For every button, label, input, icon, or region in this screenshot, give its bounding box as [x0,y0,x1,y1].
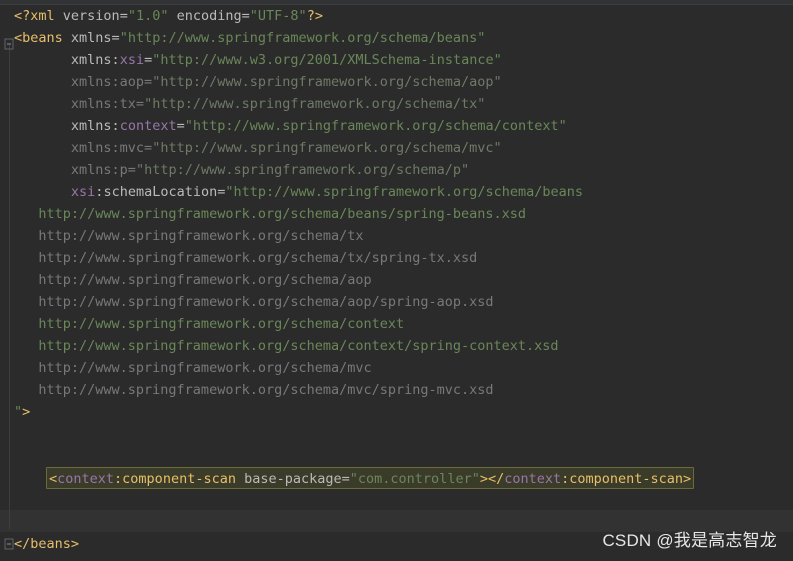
watermark: CSDN @我是高志智龙 [602,531,777,550]
code-token: http://www.springframework.org/schema/mv… [14,360,372,376]
code-token: xmlns:aop= [70,74,153,90]
code-token: "UTF-8" [249,8,307,24]
code-token: http://www.springframework.org/schema/ao… [14,294,494,310]
code-line[interactable]: http://www.springframework.org/schema/tx [14,225,364,247]
code-token: "http://www.springframework.org/schema/t… [144,96,486,112]
code-line[interactable]: xmlns:aop="http://www.springframework.or… [14,71,502,93]
code-line[interactable]: <?xml version="1.0" encoding="UTF-8"?> [14,5,323,27]
code-line[interactable]: <beans xmlns="http://www.springframework… [14,27,485,49]
code-token: context [504,471,562,487]
code-token: : [111,118,120,134]
code-token: "http://www.w3.org/2001/XMLSchema-instan… [152,52,502,68]
code-token: "http://www.springframework.org/schema/c… [184,118,567,134]
code-token: context [57,471,115,487]
code-token: xmlns:tx= [70,96,145,112]
code-token: schemaLocation [103,184,218,200]
code-token: base-package [244,471,342,487]
code-line[interactable]: xmlns:mvc="http://www.springframework.or… [14,137,502,159]
code-token: context [119,118,177,134]
code-token: http://www.springframework.org/schema/co… [14,338,559,354]
code-token: "http://www.springframework.org/schema/p… [135,162,470,178]
code-token: "http://www.springframework.org/schema/b… [225,184,583,200]
code-token: = [341,471,350,487]
code-line[interactable]: http://www.springframework.org/schema/be… [14,203,526,225]
code-token: xmlns [70,30,112,46]
code-line[interactable]: xsi:schemaLocation="http://www.springfra… [14,181,583,203]
code-token: ></ [479,471,505,487]
code-token: :component-scan [114,471,245,487]
code-line[interactable]: http://www.springframework.org/schema/mv… [14,357,372,379]
code-token: "com.controller" [349,471,480,487]
code-line[interactable]: xmlns:xsi="http://www.w3.org/2001/XMLSch… [14,49,502,71]
code-editor[interactable]: <?xml version="1.0" encoding="UTF-8"?> <b… [0,5,793,561]
code-token: xsi [70,184,96,200]
matched-tag-highlight: <context:component-scan base-package="co… [46,467,695,489]
code-token: :component-scan> [561,471,692,487]
code-token: encoding [176,8,242,24]
code-line[interactable]: xmlns:p="http://www.springframework.org/… [14,159,469,181]
code-token: xmlns:p= [70,162,136,178]
code-token: : [111,52,120,68]
code-line[interactable]: http://www.springframework.org/schema/ao… [14,291,494,313]
code-line[interactable]: xmlns:tx="http://www.springframework.org… [14,93,486,115]
code-token: <beans [14,30,71,46]
code-token: http://www.springframework.org/schema/mv… [14,382,494,398]
code-token: "http://www.springframework.org/schema/b… [119,30,486,46]
code-token: xmlns [70,52,112,68]
code-token: "http://www.springframework.org/schema/a… [152,74,502,90]
code-token: "1.0" [127,8,169,24]
code-token: = [176,118,185,134]
code-line[interactable]: http://www.springframework.org/schema/mv… [14,379,494,401]
code-line[interactable]: xmlns:context="http://www.springframewor… [14,115,567,137]
code-line[interactable]: http://www.springframework.org/schema/co… [14,335,559,357]
code-token: http://www.springframework.org/schema/co… [14,316,405,332]
code-line[interactable]: http://www.springframework.org/schema/co… [14,313,404,335]
code-token: = [111,30,120,46]
code-token: "http://www.springframework.org/schema/m… [152,140,502,156]
code-token: <?xml [14,8,63,24]
code-token: </beans> [14,536,80,552]
fold-guide-line [9,44,10,529]
code-token: xmlns:mvc= [70,140,153,156]
code-line[interactable]: http://www.springframework.org/schema/ao… [14,269,372,291]
code-token: > [22,404,31,420]
code-token: = [119,8,128,24]
code-token: version [62,8,120,24]
code-token: http://www.springframework.org/schema/be… [14,206,527,222]
code-token: http://www.springframework.org/schema/tx… [14,250,478,266]
code-token: http://www.springframework.org/schema/ao… [14,272,372,288]
code-line[interactable]: "> [14,401,30,423]
code-token: xmlns [70,118,112,134]
code-token: http://www.springframework.org/schema/tx [14,228,364,244]
code-line[interactable]: </beans> [14,533,79,555]
code-token: ?> [306,8,323,24]
code-token: " [14,404,23,420]
code-line[interactable]: http://www.springframework.org/schema/tx… [14,247,477,269]
code-token: xsi [119,52,145,68]
code-token: = [144,52,153,68]
code-token: < [49,471,58,487]
code-token: = [241,8,250,24]
